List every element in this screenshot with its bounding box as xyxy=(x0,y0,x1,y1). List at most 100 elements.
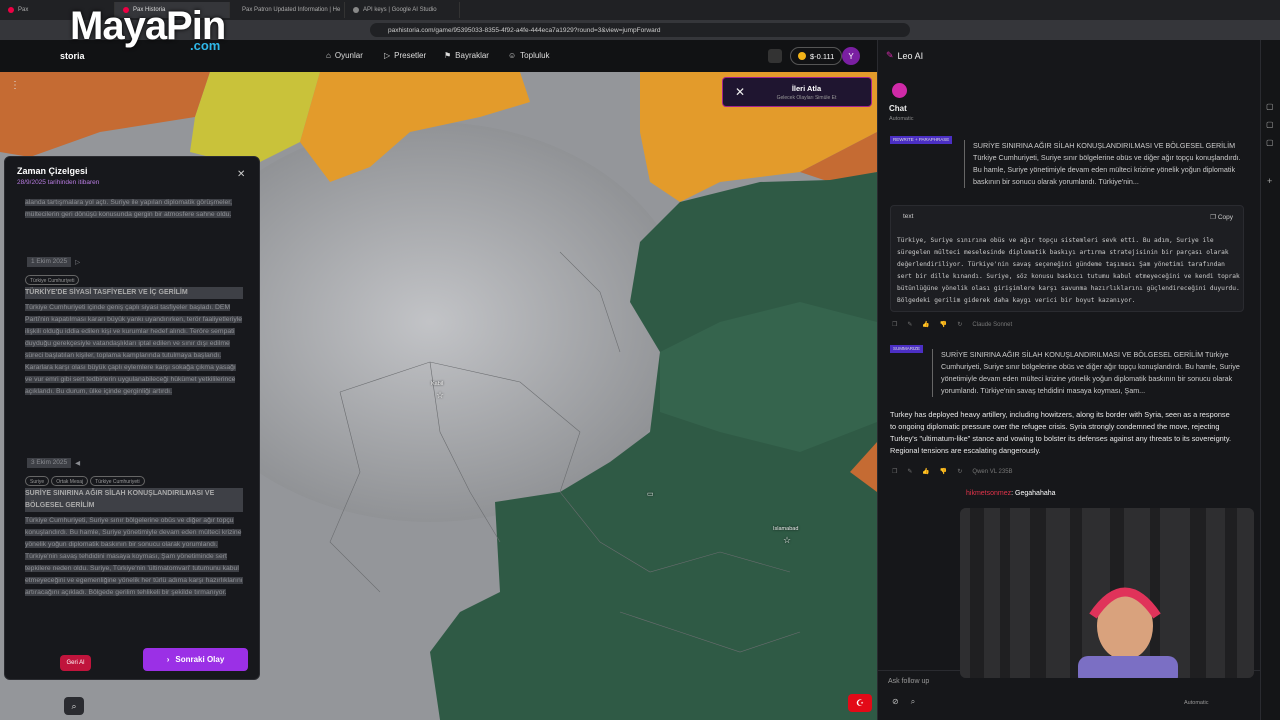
jump-forward-toast[interactable]: ✕ İleri Atla Gelecek Olayları Simüle Et xyxy=(722,77,872,107)
url-text: paxhistoria.com/game/95395033-8355-4f92-… xyxy=(388,26,661,34)
chat-message: : Gegahahaha xyxy=(1011,490,1056,497)
nav-community[interactable]: ☺ Topluluk xyxy=(508,51,550,60)
watermark-suffix: .com xyxy=(190,38,221,53)
toolbar-icon[interactable]: ▢ xyxy=(1266,138,1274,147)
country-chip[interactable]: Suriye xyxy=(25,476,50,486)
event-date: 3 Ekim 2025 ◀ xyxy=(27,457,80,469)
input-tools: ⊘ ⌕ xyxy=(892,697,915,707)
browser-tab[interactable]: Pax Patron Updated Information | He xyxy=(230,2,345,18)
nav-presets[interactable]: ▷ Presetler xyxy=(384,51,426,60)
toast-subtitle: Gelecek Olayları Simüle Et xyxy=(776,95,837,101)
toolbar-icon[interactable]: ▢ xyxy=(1266,102,1274,111)
address-input[interactable]: paxhistoria.com/game/95395033-8355-4f92-… xyxy=(370,23,910,37)
close-icon[interactable]: ✕ xyxy=(735,85,745,99)
edit-icon[interactable]: ✎ xyxy=(907,468,912,475)
mode-label[interactable]: Automatic xyxy=(889,116,913,122)
model-label[interactable]: Claude Sonnet xyxy=(972,322,1012,328)
edit-icon[interactable]: ⊘ xyxy=(892,697,899,707)
stream-chat-message: hikmetsonmez: Gegahahaha xyxy=(966,490,1056,497)
close-icon[interactable]: ✕ xyxy=(237,169,245,180)
webcam-overlay xyxy=(960,508,1254,678)
coin-icon xyxy=(798,52,806,60)
browser-tab[interactable]: API keys | Google AI Studio xyxy=(345,2,460,18)
map-city-label[interactable]: Kabil xyxy=(431,381,443,387)
thumbs-up-icon[interactable]: 👍 xyxy=(922,321,929,328)
chevron-right-icon: › xyxy=(166,655,170,664)
event-date: 1 Ekim 2025 ▷ xyxy=(27,256,80,268)
copy-icon[interactable]: ❐ xyxy=(892,468,897,475)
action-tag: SUMMARIZE xyxy=(890,345,923,353)
chat-icon xyxy=(892,83,907,98)
thumbs-down-icon[interactable]: 👎 xyxy=(940,468,947,475)
ai-header: ✎ Leo AI xyxy=(886,50,923,61)
chat-label: Chat xyxy=(889,104,907,113)
auto-mode-label[interactable]: Automatic xyxy=(1184,700,1208,706)
play-icon: ▷ xyxy=(384,51,391,60)
tab-label: API keys | Google AI Studio xyxy=(363,7,437,13)
leo-logo-icon: ✎ xyxy=(886,50,894,60)
code-block: text ❐ Copy Türkiye, Suriye sınırına obü… xyxy=(890,205,1244,312)
tab-favicon-icon xyxy=(353,7,359,13)
undo-button[interactable]: Geri Al xyxy=(60,655,91,671)
date-label: 1 Ekim 2025 xyxy=(27,257,72,267)
speaker-icon[interactable]: ◀ xyxy=(75,459,80,467)
chat-username: hikmetsonmez xyxy=(966,490,1012,497)
nav-label: Bayraklar xyxy=(455,51,489,60)
model-label[interactable]: Qwen VL 235B xyxy=(972,469,1012,475)
edit-icon[interactable]: ✎ xyxy=(907,321,912,328)
refresh-icon[interactable]: ↻ xyxy=(957,321,962,328)
apps-grid-button[interactable] xyxy=(768,49,782,63)
quoted-text: SURİYE SINIRINA AĞIR SİLAH KONUŞLANDIRIL… xyxy=(964,140,1249,188)
country-chip[interactable]: Türkiye Cumhuriyeti xyxy=(25,275,80,285)
copy-label: Copy xyxy=(1217,214,1233,221)
timeline-panel: Zaman Çizelgesi 28/9/2025 tarihinden iti… xyxy=(4,156,260,680)
map-city-label[interactable]: Islamabad xyxy=(773,526,798,532)
nav-label: Topluluk xyxy=(520,51,550,60)
action-tag: REWRITE + PARAPHRASE xyxy=(890,136,953,144)
tab-favicon-icon xyxy=(8,7,14,13)
country-chip[interactable]: Türkiye Cumhuriyeti xyxy=(90,476,145,486)
event-body: alanda tartışmalara yol açtı. Suriye ile… xyxy=(25,199,233,218)
date-label: 3 Ekim 2025 xyxy=(27,458,72,468)
search-icon[interactable]: ⌕ xyxy=(64,697,84,715)
attach-icon[interactable]: ⌕ xyxy=(911,697,915,707)
panel-title: Zaman Çizelgesi xyxy=(17,166,88,176)
code-language: text xyxy=(903,213,914,220)
gamepad-icon: ⌂ xyxy=(326,51,331,60)
copy-icon: ❐ xyxy=(1210,214,1218,221)
next-event-button[interactable]: › Sonraki Olay xyxy=(143,648,248,671)
event-title: SURİYE SINIRINA AĞIR SİLAH KONUŞLANDIRIL… xyxy=(25,488,243,512)
follow-up-input[interactable]: Ask follow up xyxy=(888,678,929,685)
message-actions: ❐ ✎ 👍 👎 ↻ Qwen VL 235B xyxy=(892,468,1013,476)
balance-value: $-0.111 xyxy=(810,51,835,61)
balance-badge[interactable]: $-0.111 xyxy=(790,47,843,65)
users-icon: ☺ xyxy=(508,51,517,60)
toolbar-icon[interactable]: ▢ xyxy=(1266,120,1274,129)
event-item: Suriye Ortak Mesaj Türkiye Cumhuriyeti SUR… xyxy=(25,476,243,599)
country-chip[interactable]: Ortak Mesaj xyxy=(51,476,89,486)
flag-icon: ⚑ xyxy=(444,51,452,60)
nav-games[interactable]: ⌂ Oyunlar xyxy=(326,51,363,60)
brand-logo[interactable]: storia xyxy=(60,51,85,61)
refresh-icon[interactable]: ↻ xyxy=(957,468,962,475)
turkey-flag-icon[interactable]: ☪ xyxy=(848,694,872,712)
panel-subtitle: 28/9/2025 tarihinden itibaren xyxy=(17,179,100,186)
toast-title: İleri Atla xyxy=(791,84,822,93)
event-body: Türkiye Cumhuriyeti, Suriye sınır bölgel… xyxy=(25,517,243,596)
capital-star-icon[interactable]: ☆ xyxy=(436,390,444,401)
unit-marker-icon[interactable]: ▭ xyxy=(647,490,654,498)
nav-label: Presetler xyxy=(394,51,427,60)
copy-button[interactable]: ❐ Copy xyxy=(1210,213,1233,221)
event-item: Türkiye Cumhuriyeti TÜRKİYE'DE SİYASİ TA… xyxy=(25,275,243,398)
nav-flags[interactable]: ⚑ Bayraklar xyxy=(444,51,489,60)
copy-icon[interactable]: ❐ xyxy=(892,321,897,328)
avatar[interactable]: Y xyxy=(842,47,860,65)
event-title: TÜRKİYE'DE SİYASİ TASFİYELER VE İÇ GERİL… xyxy=(25,287,243,299)
thumbs-down-icon[interactable]: 👎 xyxy=(940,321,947,328)
add-icon[interactable]: + xyxy=(1267,176,1272,186)
menu-dots-icon[interactable]: ⋮ xyxy=(10,80,24,94)
capital-star-icon[interactable]: ☆ xyxy=(783,535,791,546)
play-icon[interactable]: ▷ xyxy=(75,258,80,266)
thumbs-up-icon[interactable]: 👍 xyxy=(922,468,929,475)
event-body: Türkiye Cumhuriyeti içinde geniş çaplı s… xyxy=(25,304,243,395)
